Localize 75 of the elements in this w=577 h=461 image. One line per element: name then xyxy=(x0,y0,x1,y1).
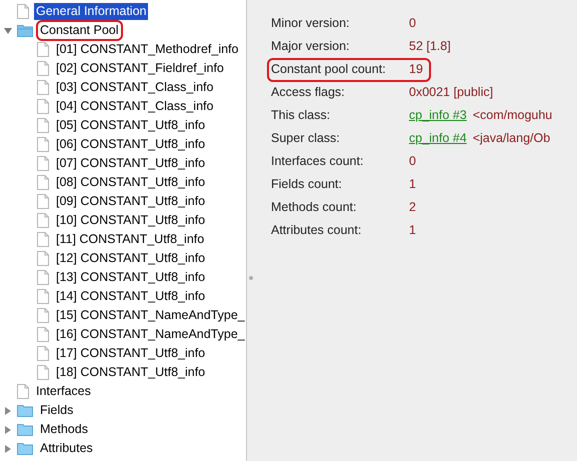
field-label: Methods count: xyxy=(271,199,358,216)
field-value: <com/moguhu xyxy=(472,107,554,124)
tree-item[interactable]: Constant Pool xyxy=(38,22,121,39)
document-icon xyxy=(37,156,49,171)
field-value: 1 xyxy=(409,222,417,240)
collapsed-arrow-icon[interactable] xyxy=(4,426,12,434)
tree-item[interactable]: [04] CONSTANT_Class_info xyxy=(54,98,216,115)
document-icon xyxy=(37,118,49,133)
tree-item[interactable]: [08] CONSTANT_Utf8_info xyxy=(54,174,208,191)
field-label: Interfaces count: xyxy=(271,153,364,170)
field-value: 52 [1.8] xyxy=(409,38,452,56)
field-value: 2 xyxy=(409,199,417,216)
field-value: 19 xyxy=(409,61,424,78)
tree-item[interactable]: Fields xyxy=(38,402,76,419)
document-icon xyxy=(37,346,49,361)
link[interactable]: cp_info #4 xyxy=(409,129,467,148)
collapsed-arrow-icon[interactable] xyxy=(4,444,12,452)
tree-item[interactable]: [15] CONSTANT_NameAndType_ xyxy=(54,307,246,324)
field-value: 0 xyxy=(409,15,417,32)
document-icon xyxy=(37,175,49,190)
field-label: Major version: xyxy=(271,38,350,56)
document-icon xyxy=(37,270,49,285)
field-label: Constant pool count: xyxy=(271,61,387,78)
document-icon xyxy=(37,80,49,95)
tree-item[interactable]: [11] CONSTANT_Utf8_info xyxy=(54,231,206,248)
field-label: Super class: xyxy=(271,130,341,148)
tree-item[interactable]: [09] CONSTANT_Utf8_info xyxy=(54,193,208,210)
splitter-handle[interactable] xyxy=(249,276,253,280)
expanded-arrow-icon[interactable] xyxy=(4,26,12,34)
folder-icon xyxy=(17,423,33,436)
collapsed-arrow-icon[interactable] xyxy=(4,406,12,414)
document-icon xyxy=(37,137,49,152)
folder-icon xyxy=(17,24,33,37)
tree-item[interactable]: [10] CONSTANT_Utf8_info xyxy=(54,212,208,229)
tree-item[interactable]: Interfaces xyxy=(34,383,93,400)
tree-item[interactable]: [12] CONSTANT_Utf8_info xyxy=(54,250,208,267)
field-label: Access flags: xyxy=(271,84,346,102)
document-icon xyxy=(37,213,49,228)
field-value: 0x0021 [public] xyxy=(409,84,494,102)
field-label: This class: xyxy=(271,107,332,124)
field-label: Fields count: xyxy=(271,176,343,194)
field-label: Minor version: xyxy=(271,15,350,32)
tree-item[interactable]: [14] CONSTANT_Utf8_info xyxy=(54,288,208,305)
field-value: 1 xyxy=(409,176,417,194)
folder-icon xyxy=(17,442,33,455)
document-icon xyxy=(37,251,49,266)
document-icon xyxy=(37,308,49,323)
tree-item[interactable]: Methods xyxy=(38,421,90,438)
document-icon xyxy=(37,99,49,114)
link[interactable]: cp_info #3 xyxy=(409,106,467,125)
tree-item[interactable]: [05] CONSTANT_Utf8_info xyxy=(54,117,208,134)
document-icon xyxy=(37,194,49,209)
tree-item[interactable]: [16] CONSTANT_NameAndType_ xyxy=(54,326,246,343)
field-label: Attributes count: xyxy=(271,222,362,240)
tree-item[interactable]: [02] CONSTANT_Fieldref_info xyxy=(54,60,226,77)
document-icon xyxy=(17,384,29,399)
document-icon xyxy=(37,289,49,304)
document-icon xyxy=(17,4,29,19)
field-value: <java/lang/Ob xyxy=(472,130,552,148)
tree-item[interactable]: [06] CONSTANT_Utf8_info xyxy=(54,136,208,153)
field-value: 0 xyxy=(409,153,417,170)
document-icon xyxy=(37,327,49,342)
tree-item[interactable]: [03] CONSTANT_Class_info xyxy=(54,79,216,96)
document-icon xyxy=(37,365,49,380)
folder-icon xyxy=(17,404,33,417)
document-icon xyxy=(37,232,49,247)
document-icon xyxy=(37,42,49,57)
document-icon xyxy=(37,61,49,76)
tree-item[interactable]: [17] CONSTANT_Utf8_info xyxy=(54,345,208,362)
tree-item[interactable]: General Information xyxy=(34,3,148,20)
tree-item[interactable]: [13] CONSTANT_Utf8_info xyxy=(54,269,208,286)
tree-item[interactable]: [01] CONSTANT_Methodref_info xyxy=(54,41,240,58)
tree-item[interactable]: Attributes xyxy=(38,440,95,457)
tree-item[interactable]: [07] CONSTANT_Utf8_info xyxy=(54,155,208,172)
tree-item[interactable]: [18] CONSTANT_Utf8_info xyxy=(54,364,208,381)
